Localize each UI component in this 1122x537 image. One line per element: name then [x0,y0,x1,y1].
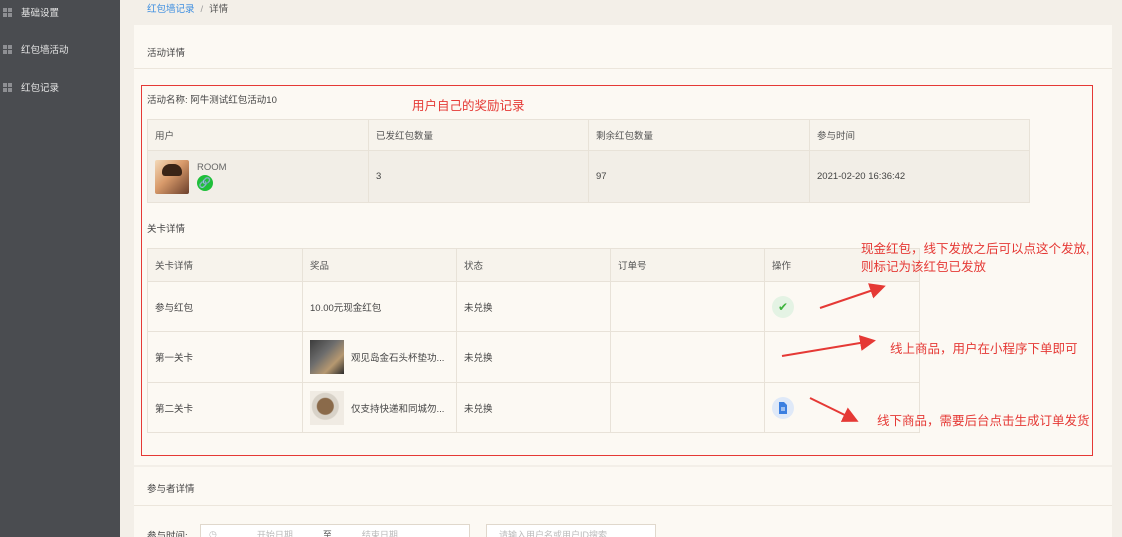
arrow-cash [819,283,886,309]
annotation-arrows [781,283,886,422]
search-input[interactable]: 请输入用户名或用户ID搜索 [486,524,656,537]
divider [134,505,1112,506]
time-filter-label: 参与时间: [147,531,188,537]
panel-title: 参与者详情 [147,484,195,495]
date-range-picker[interactable]: ◷ 开始日期 至 结束日期 [200,524,470,537]
start-date-input[interactable]: 开始日期 [257,528,293,537]
arrow-offline [809,397,859,422]
range-separator: 至 [322,529,332,537]
clock-icon: ◷ [209,528,217,537]
arrow-online [781,335,876,357]
end-date-input[interactable]: 结束日期 [362,528,398,537]
